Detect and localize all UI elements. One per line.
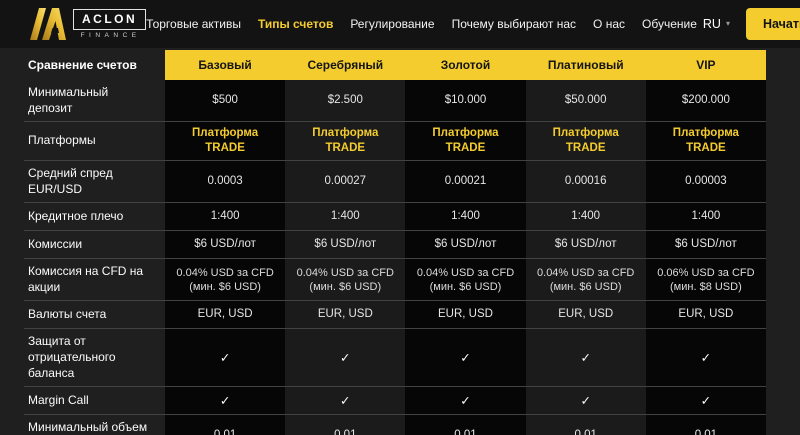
nav-link[interactable]: Типы счетов xyxy=(258,17,333,31)
table-cell: 0.00003 xyxy=(646,161,766,202)
table-row: Комиссия на CFD на акции0.04% USD за CFD… xyxy=(24,259,766,301)
column-header: VIP xyxy=(646,50,766,80)
nav-link[interactable]: Регулирование xyxy=(350,17,434,31)
column-header: Серебряный xyxy=(285,50,405,80)
table-cell: Платформа TRADE xyxy=(405,122,525,160)
table-row: Margin Call✓✓✓✓✓ xyxy=(24,387,766,415)
accounts-comparison-table: Сравнение счетов БазовыйСеребряныйЗолото… xyxy=(24,50,766,435)
table-body: Минимальный депозит$500$2.500$10.000$50.… xyxy=(24,80,766,435)
row-label: Платформы xyxy=(24,122,165,160)
column-header: Базовый xyxy=(165,50,285,80)
table-cell: 0.00016 xyxy=(526,161,646,202)
table-cell: Платформа TRADE xyxy=(646,122,766,160)
table-cell: ✓ xyxy=(405,329,525,386)
table-header-row: Сравнение счетов БазовыйСеребряныйЗолото… xyxy=(24,50,766,80)
table-cell: $6 USD/лот xyxy=(526,231,646,258)
nav-link[interactable]: Почему выбирают нас xyxy=(452,17,576,31)
aclon-logo[interactable]: ACLON FINANCE xyxy=(30,8,146,40)
table-cell: $6 USD/лот xyxy=(165,231,285,258)
table-cell: 0.06% USD за CFD (мин. $8 USD) xyxy=(646,259,766,300)
language-label: RU xyxy=(703,17,721,31)
table-cell: $6 USD/лот xyxy=(285,231,405,258)
table-cell: 0.04% USD за CFD (мин. $6 USD) xyxy=(165,259,285,300)
table-cell: 0.00021 xyxy=(405,161,525,202)
row-label: Валюты счета xyxy=(24,301,165,328)
table-corner-label: Сравнение счетов xyxy=(24,50,165,80)
row-label: Margin Call xyxy=(24,387,165,414)
table-cell: $50.000 xyxy=(526,80,646,121)
start-now-button[interactable]: Начать Сейчас xyxy=(746,8,800,40)
table-cell: 0.0003 xyxy=(165,161,285,202)
language-selector[interactable]: RU ▾ xyxy=(703,17,730,31)
table-cell: 0.01 xyxy=(526,415,646,435)
row-label: Минимальный депозит xyxy=(24,80,165,121)
table-cell: ✓ xyxy=(526,329,646,386)
table-cell: $500 xyxy=(165,80,285,121)
table-cell: EUR, USD xyxy=(526,301,646,328)
table-row: Валюты счетаEUR, USDEUR, USDEUR, USDEUR,… xyxy=(24,301,766,329)
table-cell: EUR, USD xyxy=(165,301,285,328)
nav-link[interactable]: Торговые активы xyxy=(146,17,241,31)
table-cell: 0.01 xyxy=(405,415,525,435)
table-cell: 0.01 xyxy=(165,415,285,435)
table-cell: Платформа TRADE xyxy=(285,122,405,160)
table-cell: 1:400 xyxy=(646,203,766,230)
nav-link[interactable]: Обучение xyxy=(642,17,697,31)
chevron-down-icon: ▾ xyxy=(726,20,730,28)
table-cell: 0.00027 xyxy=(285,161,405,202)
table-cell: EUR, USD xyxy=(405,301,525,328)
table-cell: 1:400 xyxy=(165,203,285,230)
table-row: Комиссии$6 USD/лот$6 USD/лот$6 USD/лот$6… xyxy=(24,231,766,259)
table-cell: 1:400 xyxy=(526,203,646,230)
table-cell: ✓ xyxy=(526,387,646,414)
column-header: Золотой xyxy=(405,50,525,80)
table-cell: ✓ xyxy=(165,387,285,414)
topbar: ACLON FINANCE Торговые активы Типы счетов… xyxy=(0,0,800,48)
table-cell: 1:400 xyxy=(405,203,525,230)
table-cell: ✓ xyxy=(285,387,405,414)
table-cell: $200.000 xyxy=(646,80,766,121)
table-row: Кредитное плечо1:4001:4001:4001:4001:400 xyxy=(24,203,766,231)
table-cell: $10.000 xyxy=(405,80,525,121)
table-cell: ✓ xyxy=(405,387,525,414)
table-cell: ✓ xyxy=(646,387,766,414)
table-cell: $2.500 xyxy=(285,80,405,121)
table-row: ПлатформыПлатформа TRADEПлатформа TRADEП… xyxy=(24,122,766,161)
table-cell: EUR, USD xyxy=(646,301,766,328)
table-row: Минимальный объем сделки на FX (лоты)0.0… xyxy=(24,415,766,435)
nav-link[interactable]: О нас xyxy=(593,17,625,31)
table-cell: $6 USD/лот xyxy=(646,231,766,258)
brand-subtitle: FINANCE xyxy=(79,32,141,39)
table-cell: 0.01 xyxy=(646,415,766,435)
aclon-logo-icon xyxy=(30,8,66,40)
column-header: Платиновый xyxy=(526,50,646,80)
table-cell: 0.01 xyxy=(285,415,405,435)
main-nav: Торговые активы Типы счетов Регулирование П… xyxy=(146,17,697,31)
table-cell: 0.04% USD за CFD (мин. $6 USD) xyxy=(285,259,405,300)
row-label: Кредитное плечо xyxy=(24,203,165,230)
row-label: Комиссии xyxy=(24,231,165,258)
table-row: Защита от отрицательного баланса✓✓✓✓✓ xyxy=(24,329,766,387)
table-cell: $6 USD/лот xyxy=(405,231,525,258)
table-cell: ✓ xyxy=(165,329,285,386)
table-row: Минимальный депозит$500$2.500$10.000$50.… xyxy=(24,80,766,122)
table-cell: EUR, USD xyxy=(285,301,405,328)
table-cell: Платформа TRADE xyxy=(165,122,285,160)
row-label: Защита от отрицательного баланса xyxy=(24,329,165,386)
table-row: Средний спред EUR/USD0.00030.000270.0002… xyxy=(24,161,766,203)
table-cell: ✓ xyxy=(646,329,766,386)
table-cell: ✓ xyxy=(285,329,405,386)
row-label: Средний спред EUR/USD xyxy=(24,161,165,202)
table-cell: 1:400 xyxy=(285,203,405,230)
row-label: Комиссия на CFD на акции xyxy=(24,259,165,300)
brand-name: ACLON xyxy=(73,9,146,30)
table-cell: Платформа TRADE xyxy=(526,122,646,160)
table-cell: 0.04% USD за CFD (мин. $6 USD) xyxy=(526,259,646,300)
row-label: Минимальный объем сделки на FX (лоты) xyxy=(24,415,165,435)
table-cell: 0.04% USD за CFD (мин. $6 USD) xyxy=(405,259,525,300)
